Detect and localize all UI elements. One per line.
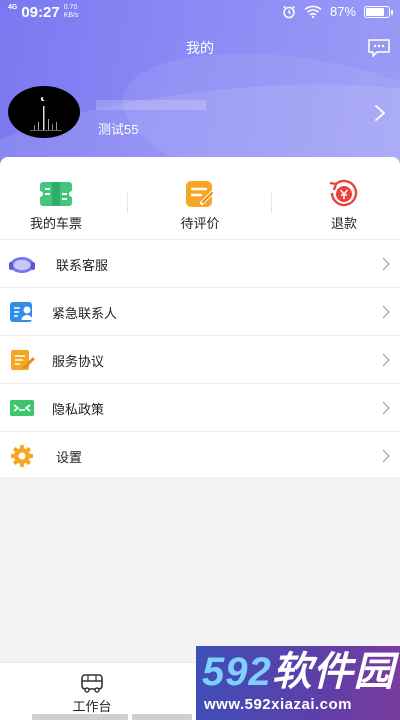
status-bar: 4G 09:27 0.70 KB/s 87% (0, 0, 400, 26)
quick-action-label: 待评价 (180, 216, 220, 231)
refund-icon (329, 179, 358, 207)
review-icon (186, 181, 215, 207)
network-indicator: 4G (8, 4, 18, 11)
privacy-icon (10, 400, 34, 416)
speed-unit: KB/s (63, 12, 79, 19)
menu-item-label: 服务协议 (52, 354, 105, 369)
tab-workbench[interactable]: 工作台 (42, 663, 142, 720)
speed-value: 0.70 (63, 4, 78, 11)
avatar[interactable] (8, 86, 80, 138)
watermark-logo: 592软件园 www.592xiazai.com (196, 646, 400, 720)
chevron-right-icon (382, 449, 390, 463)
divider (127, 191, 128, 213)
quick-action-review[interactable]: 待评价 (130, 157, 270, 239)
quick-actions: 我的车票 待评价 退款 (0, 157, 400, 239)
gear-icon (11, 445, 33, 467)
tab-label: 工作台 (72, 699, 112, 714)
watermark-brand-text: 软件园 (271, 650, 395, 694)
watermark-brand: 592软件园 (202, 650, 395, 694)
message-icon[interactable] (367, 38, 391, 58)
quick-action-label: 退款 (330, 216, 357, 231)
username[interactable]: 测试55 (98, 119, 138, 138)
chevron-right-icon (382, 257, 390, 271)
bus-icon (81, 674, 103, 693)
chevron-right-icon (382, 353, 390, 367)
menu-item-label: 隐私政策 (52, 402, 105, 417)
chevron-right-icon (382, 305, 390, 319)
menu-item-label: 紧急联系人 (52, 306, 118, 321)
battery-icon (364, 5, 393, 18)
quick-action-refund[interactable]: 退款 (274, 157, 400, 239)
main-card: 我的车票 待评价 退款 联系客服 紧急联系人 服务协议 隐私政策 设置 (0, 157, 400, 479)
agreement-icon (11, 350, 35, 370)
ticket-icon (38, 182, 74, 206)
system-nav-bar (132, 714, 192, 720)
blurred-name (96, 100, 206, 110)
settings-menu: 联系客服 紧急联系人 服务协议 隐私政策 设置 (0, 239, 400, 479)
alarm-icon (283, 5, 295, 18)
avatar-image (30, 96, 62, 131)
chevron-right-icon[interactable] (374, 104, 386, 122)
menu-item-label: 联系客服 (56, 258, 109, 273)
battery-fill (366, 7, 385, 16)
headset-icon (9, 257, 35, 273)
chevron-right-icon (382, 401, 390, 415)
status-time: 09:27 (21, 4, 60, 21)
contact-icon (10, 302, 33, 322)
menu-item-privacy-policy[interactable]: 隐私政策 (0, 383, 400, 431)
profile-header: 4G 09:27 0.70 KB/s 87% 我的 测试55 (0, 0, 400, 175)
watermark-url: www.592xiazai.com (204, 696, 353, 713)
menu-item-customer-service[interactable]: 联系客服 (0, 239, 400, 287)
menu-item-label: 设置 (56, 450, 83, 465)
menu-item-settings[interactable]: 设置 (0, 431, 400, 479)
system-nav-bar (32, 714, 128, 720)
page-title: 我的 (186, 40, 214, 56)
menu-item-emergency-contact[interactable]: 紧急联系人 (0, 287, 400, 335)
menu-item-service-agreement[interactable]: 服务协议 (0, 335, 400, 383)
divider (271, 191, 272, 213)
battery-percent: 87% (329, 4, 356, 19)
network-speed: 0.70 KB/s (64, 4, 79, 20)
quick-action-tickets[interactable]: 我的车票 (0, 157, 126, 239)
quick-action-label: 我的车票 (29, 216, 82, 231)
wifi-icon (304, 5, 322, 18)
watermark-brand-number: 592 (202, 650, 272, 694)
